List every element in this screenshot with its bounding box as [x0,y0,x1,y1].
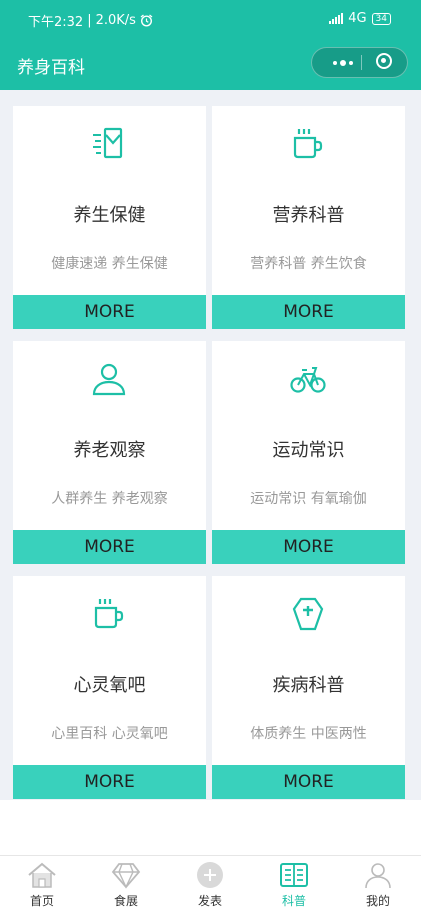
plus-circle-icon [197,862,223,888]
tab-label: 首页 [29,894,54,908]
card-elderly-care[interactable]: 养老观察 人群养生 养老观察 MORE [13,341,206,564]
card-mind-oxygen-bar[interactable]: 心灵氧吧 心里百科 心灵氧吧 MORE [13,576,206,799]
bicycle-icon [290,367,326,393]
signal-icon [329,13,344,24]
battery-indicator: 34 [371,12,391,25]
card-title: 营养科普 [272,205,345,226]
tab-label: 科普 [281,894,306,908]
status-speed: 2.0K/s [95,13,136,28]
more-button[interactable]: MORE [13,530,206,564]
card-title: 运动常识 [272,440,345,461]
person-icon [92,363,126,396]
card-health-care[interactable]: 养生保健 健康速递 养生保健 MORE [13,106,206,329]
medical-shield-icon [292,597,324,631]
page-title: 养身百科 [17,58,85,78]
card-subtitle: 人群养生 养老观察 [51,491,168,507]
more-button[interactable]: MORE [13,765,206,799]
home-icon [28,862,56,888]
more-button[interactable]: MORE [212,530,405,564]
tab-home[interactable]: 首页 [0,856,84,913]
user-icon [365,863,391,889]
tab-publish[interactable]: 发表 [168,856,252,913]
phone-message-icon [93,127,123,159]
status-time: 下午2:32 [28,15,84,30]
card-title: 养老观察 [73,440,146,461]
card-subtitle: 健康速递 养生保健 [51,256,168,272]
more-button[interactable]: MORE [212,295,405,329]
tab-food[interactable]: 食展 [84,856,168,913]
close-mini-program-icon[interactable] [376,53,392,69]
card-subtitle: 心里百科 心灵氧吧 [51,726,168,742]
more-button[interactable]: MORE [13,295,206,329]
more-options-icon[interactable] [326,48,360,77]
tab-bar: 首页 食展 发表 科普 我的 [0,855,421,912]
tab-science[interactable]: 科普 [252,856,336,913]
tab-label: 我的 [365,894,390,908]
capsule-divider [361,55,362,70]
coffee-cup-icon [293,129,323,159]
status-separator: | [87,13,92,28]
card-title: 疾病科普 [272,675,345,696]
card-exercise[interactable]: 运动常识 运动常识 有氧瑜伽 MORE [212,341,405,564]
card-subtitle: 运动常识 有氧瑜伽 [250,491,367,507]
category-grid: 养生保健 健康速递 养生保健 MORE 营养科普 营养科普 养生饮食 MORE … [0,90,421,800]
card-nutrition[interactable]: 营养科普 营养科普 养生饮食 MORE [212,106,405,329]
tab-profile[interactable]: 我的 [336,856,420,913]
network-type: 4G [348,11,367,26]
card-title: 养生保健 [73,205,146,226]
more-button[interactable]: MORE [212,765,405,799]
tab-label: 食展 [113,894,138,908]
status-bar: 下午2:32 | 2.0K/s 4G 34 [0,0,421,37]
card-subtitle: 体质养生 中医两性 [250,726,367,742]
coffee-cup-icon [94,599,124,629]
book-icon [280,863,308,887]
diamond-icon [111,863,141,889]
alarm-icon [140,14,153,27]
tab-label: 发表 [197,894,222,908]
card-subtitle: 营养科普 养生饮食 [250,256,367,272]
card-disease-science[interactable]: 疾病科普 体质养生 中医两性 MORE [212,576,405,799]
mini-program-capsule [311,47,408,78]
card-title: 心灵氧吧 [73,675,146,696]
